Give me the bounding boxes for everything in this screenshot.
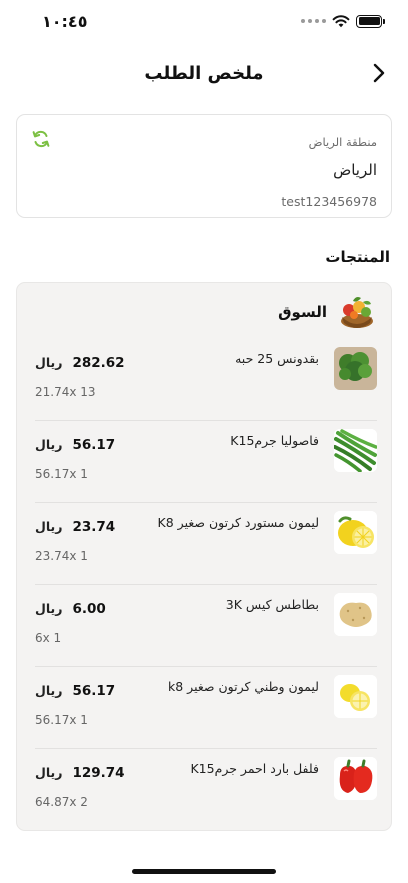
order-item: بقدونس 25 حبه ريال 282.62 21.74x 13 bbox=[35, 339, 377, 421]
item-quantity: 21.74x 13 bbox=[35, 385, 96, 399]
status-icons bbox=[301, 14, 385, 28]
order-item: فلفل بارد احمر جرمK15 ريال 129.74 64.87x… bbox=[35, 749, 377, 831]
item-name: فلفل بارد احمر جرمK15 bbox=[190, 761, 319, 776]
currency-label: ريال bbox=[35, 765, 63, 780]
page-title: ملخص الطلب bbox=[144, 63, 264, 84]
order-item: ليمون مستورد كرتون صغير K8 ريال 23.74 23… bbox=[35, 503, 377, 585]
item-price: 129.74 bbox=[72, 765, 125, 781]
signal-icon bbox=[301, 19, 326, 23]
currency-label: ريال bbox=[35, 683, 63, 698]
item-quantity: 6x 1 bbox=[35, 631, 62, 645]
currency-label: ريال bbox=[35, 437, 63, 452]
wifi-icon bbox=[332, 15, 350, 28]
lemon-image bbox=[334, 675, 377, 718]
back-button[interactable] bbox=[364, 58, 394, 88]
currency-label: ريال bbox=[35, 355, 63, 370]
item-quantity: 56.17x 1 bbox=[35, 467, 88, 481]
status-time: ١٠:٤٥ bbox=[42, 12, 88, 31]
potato-image bbox=[334, 593, 377, 636]
item-price-row: ريال 56.17 bbox=[35, 437, 115, 453]
item-price-row: ريال 23.74 bbox=[35, 519, 115, 535]
parsley-image bbox=[334, 347, 377, 390]
item-name: بقدونس 25 حبه bbox=[235, 351, 319, 366]
vegetable-basket-icon bbox=[341, 297, 373, 328]
item-price-row: ريال 56.17 bbox=[35, 683, 115, 699]
currency-label: ريال bbox=[35, 519, 63, 534]
item-name: ليمون مستورد كرتون صغير K8 bbox=[157, 515, 319, 530]
home-indicator[interactable] bbox=[132, 869, 276, 874]
products-section-title: المنتجات bbox=[325, 248, 390, 266]
order-item: ليمون وطني كرتون صغير k8 ريال 56.17 56.1… bbox=[35, 667, 377, 749]
item-price-row: ريال 6.00 bbox=[35, 601, 106, 617]
item-quantity: 64.87x 2 bbox=[35, 795, 88, 809]
item-price-row: ريال 282.62 bbox=[35, 355, 125, 371]
item-price: 56.17 bbox=[72, 683, 116, 699]
chevron-right-icon bbox=[373, 63, 385, 83]
store-header: السوق bbox=[278, 295, 375, 329]
item-quantity: 56.17x 1 bbox=[35, 713, 88, 727]
order-item: بطاطس كيس 3K ريال 6.00 6x 1 bbox=[35, 585, 377, 667]
item-price: 282.62 bbox=[72, 355, 125, 371]
location-city: الرياض bbox=[333, 161, 377, 179]
lemon-image bbox=[334, 511, 377, 554]
products-card: السوق بقدونس 25 حبه ريال 282.62 21.74x 1… bbox=[16, 282, 392, 831]
location-code: test123456978 bbox=[281, 194, 377, 209]
item-name: ليمون وطني كرتون صغير k8 bbox=[168, 679, 319, 694]
item-name: فاصوليا جرمK15 bbox=[230, 433, 319, 448]
refresh-icon[interactable] bbox=[31, 129, 51, 149]
item-price: 56.17 bbox=[72, 437, 116, 453]
currency-label: ريال bbox=[35, 601, 63, 616]
battery-icon bbox=[356, 14, 385, 28]
item-price: 23.74 bbox=[72, 519, 116, 535]
nav-header: ملخص الطلب bbox=[0, 52, 408, 96]
location-card: منطقة الرياض الرياض test123456978 bbox=[16, 114, 392, 218]
item-quantity: 23.74x 1 bbox=[35, 549, 88, 563]
location-region-label: منطقة الرياض bbox=[308, 135, 377, 149]
item-price-row: ريال 129.74 bbox=[35, 765, 125, 781]
item-name: بطاطس كيس 3K bbox=[225, 597, 319, 612]
green-beans-image bbox=[334, 429, 377, 472]
red-pepper-image bbox=[334, 757, 377, 800]
item-price: 6.00 bbox=[72, 601, 106, 617]
status-bar: ١٠:٤٥ bbox=[0, 0, 408, 44]
store-name: السوق bbox=[278, 303, 327, 321]
order-item: فاصوليا جرمK15 ريال 56.17 56.17x 1 bbox=[35, 421, 377, 503]
